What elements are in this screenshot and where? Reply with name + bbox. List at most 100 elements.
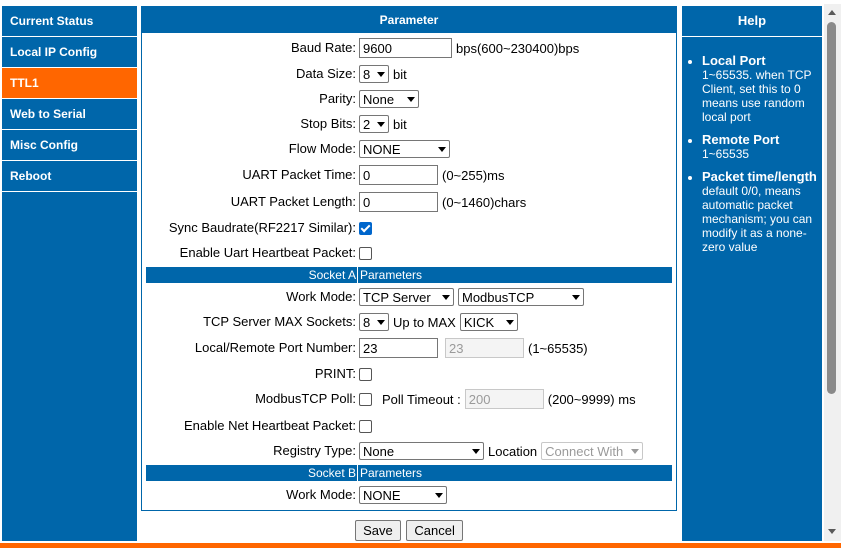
socket-a-work-mode-label: Work Mode: <box>286 289 356 304</box>
parity-row: Parity: None <box>142 88 676 110</box>
uart-packet-length-label: UART Packet Length: <box>230 194 356 209</box>
uart-packet-time-input[interactable] <box>359 165 438 185</box>
sync-baudrate-label: Sync Baudrate(RF2217 Similar): <box>168 220 356 235</box>
sidebar-item-ttl1[interactable]: TTL1 <box>2 68 137 99</box>
poll-timeout-label: Poll Timeout : <box>382 391 461 407</box>
help-text: 1~65535. when TCP Client, set this to 0 … <box>702 68 812 124</box>
stop-bits-select[interactable]: 2 <box>359 115 389 133</box>
uart-heartbeat-checkbox[interactable] <box>359 246 372 260</box>
uart-packet-time-hint: (0~255)ms <box>442 167 505 183</box>
scroll-up-arrow-icon[interactable] <box>828 10 836 15</box>
page-scrollbar[interactable] <box>824 4 841 541</box>
sidebar-item-current-status[interactable]: Current Status <box>2 6 137 37</box>
chevron-down-icon <box>631 448 640 454</box>
location-select: Connect With <box>541 442 644 460</box>
flow-mode-row: Flow Mode: NONE <box>142 138 676 160</box>
sync-baudrate-row: Sync Baudrate(RF2217 Similar): <box>142 217 676 239</box>
uart-packet-time-label: UART Packet Time: <box>242 167 356 182</box>
chevron-down-icon <box>435 492 443 498</box>
form-buttons: Save Cancel <box>141 520 677 541</box>
scroll-down-arrow-icon[interactable] <box>828 529 836 534</box>
chevron-down-icon <box>377 319 385 325</box>
socket-a-header: Socket A Parameters <box>146 267 672 283</box>
data-size-row: Data Size: 8 bit <box>142 63 676 85</box>
uart-packet-length-row: UART Packet Length: (0~1460)chars <box>142 191 676 213</box>
net-heartbeat-row: Enable Net Heartbeat Packet: <box>142 415 676 437</box>
poll-timeout-hint: (200~9999) ms <box>547 391 636 407</box>
port-number-label: Local/Remote Port Number: <box>194 340 356 355</box>
help-text: default 0/0, means automatic packet mech… <box>702 184 813 254</box>
flow-mode-label: Flow Mode: <box>288 141 356 156</box>
sidebar-item-misc-config[interactable]: Misc Config <box>2 130 137 161</box>
uart-heartbeat-label: Enable Uart Heartbeat Packet: <box>179 245 356 260</box>
port-number-hint: (1~65535) <box>528 340 588 356</box>
poll-timeout-input <box>464 389 544 409</box>
baud-rate-hint: bps(600~230400)bps <box>456 40 580 56</box>
sync-baudrate-checkbox[interactable] <box>359 221 372 235</box>
help-term: Local Port <box>702 53 766 68</box>
local-port-input[interactable] <box>359 338 438 358</box>
sidebar-item-local-ip-config[interactable]: Local IP Config <box>2 37 137 68</box>
panel-title: Parameter <box>142 7 676 33</box>
baud-rate-input[interactable] <box>359 38 452 58</box>
stop-bits-unit: bit <box>393 116 407 132</box>
uart-packet-time-row: UART Packet Time: (0~255)ms <box>142 164 676 186</box>
modbus-poll-row: ModbusTCP Poll: Poll Timeout : (200~9999… <box>142 388 676 410</box>
help-title: Help <box>682 6 822 37</box>
socket-b-header: Socket B Parameters <box>146 465 672 481</box>
sidebar-item-web-to-serial[interactable]: Web to Serial <box>2 99 137 130</box>
print-checkbox[interactable] <box>359 367 372 381</box>
max-action-select[interactable]: KICK <box>459 313 518 331</box>
chevron-down-icon <box>442 294 450 300</box>
socket-a-header-left: Socket A <box>308 268 356 282</box>
help-list: Local Port 1~65535. when TCP Client, set… <box>682 53 822 254</box>
registry-type-select[interactable]: None <box>359 442 484 460</box>
main-content: Parameter Baud Rate: bps(600~230400)bps … <box>141 6 677 541</box>
socket-a-work-mode-select[interactable]: TCP Server <box>359 288 454 306</box>
net-heartbeat-label: Enable Net Heartbeat Packet: <box>184 418 356 433</box>
socket-a-protocol-select[interactable]: ModbusTCP <box>458 288 584 306</box>
net-heartbeat-checkbox[interactable] <box>359 419 372 433</box>
help-term: Packet time/length <box>702 169 817 184</box>
port-number-row: Local/Remote Port Number: (1~65535) <box>142 337 676 359</box>
data-size-select[interactable]: 8 <box>359 65 389 83</box>
socket-a-work-mode-row: Work Mode: TCP Server ModbusTCP <box>142 286 676 308</box>
section-divider <box>357 267 358 283</box>
stop-bits-row: Stop Bits: 2 bit <box>142 113 676 135</box>
flow-mode-select[interactable]: NONE <box>359 140 450 158</box>
help-text: 1~65535 <box>702 147 750 161</box>
max-sockets-select[interactable]: 8 <box>359 313 389 331</box>
top-border <box>0 0 841 4</box>
save-button[interactable]: Save <box>355 520 401 541</box>
modbus-poll-label: ModbusTCP Poll: <box>255 391 356 406</box>
remote-port-input <box>445 338 524 358</box>
socket-b-work-mode-row: Work Mode: NONE <box>142 484 676 506</box>
uart-heartbeat-row: Enable Uart Heartbeat Packet: <box>142 242 676 264</box>
socket-b-work-mode-select[interactable]: NONE <box>359 486 447 504</box>
scrollbar-thumb[interactable] <box>827 22 836 394</box>
print-row: PRINT: <box>142 363 676 385</box>
cancel-button[interactable]: Cancel <box>406 520 463 541</box>
parameter-panel: Parameter Baud Rate: bps(600~230400)bps … <box>141 6 677 511</box>
parity-label: Parity: <box>319 91 356 106</box>
registry-row: Registry Type: None Location Connect Wit… <box>142 440 676 462</box>
chevron-down-icon <box>438 146 446 152</box>
uart-packet-length-hint: (0~1460)chars <box>442 194 527 210</box>
max-sockets-label: TCP Server MAX Sockets: <box>203 314 356 329</box>
baud-rate-row: Baud Rate: bps(600~230400)bps <box>142 37 676 59</box>
parity-select[interactable]: None <box>359 90 419 108</box>
max-sockets-row: TCP Server MAX Sockets: 8 Up to MAX KICK <box>142 311 676 333</box>
socket-b-work-mode-label: Work Mode: <box>286 487 356 502</box>
bottom-accent-bar <box>0 543 841 548</box>
help-term: Remote Port <box>702 132 780 147</box>
location-label: Location <box>488 443 538 459</box>
sidebar-item-reboot[interactable]: Reboot <box>2 161 137 192</box>
chevron-down-icon <box>377 71 385 77</box>
chevron-down-icon <box>472 448 480 454</box>
chevron-down-icon <box>407 96 415 102</box>
stop-bits-label: Stop Bits: <box>300 116 356 131</box>
modbus-poll-checkbox[interactable] <box>359 392 372 406</box>
data-size-unit: bit <box>393 66 407 82</box>
uart-packet-length-input[interactable] <box>359 192 438 212</box>
socket-a-header-right: Parameters <box>360 268 423 282</box>
